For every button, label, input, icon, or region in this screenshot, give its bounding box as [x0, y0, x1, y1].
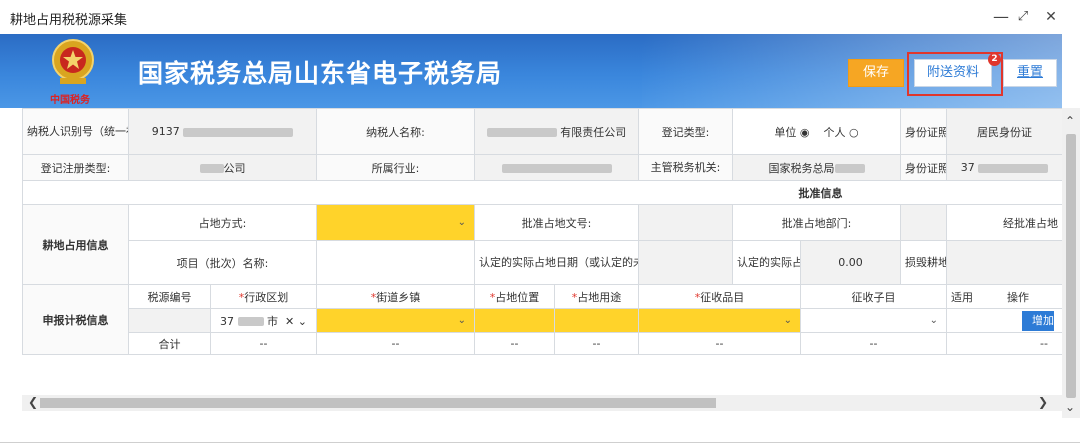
taxpayer-info-table: 纳税人识别号（统一社会信用代码）： 9137 纳税人名称: 有限责任公司 登记类…: [22, 108, 1062, 355]
total-cell: --: [210, 332, 317, 355]
form-scroll-area: 纳税人识别号（统一社会信用代码）： 9137 纳税人名称: 有限责任公司 登记类…: [22, 108, 1062, 408]
id-number-value: 37: [946, 154, 1062, 181]
damage-land-label: 损毁耕地:: [900, 240, 947, 285]
horizontal-scrollbar[interactable]: ❮ ❯: [22, 395, 1062, 411]
occupy-method-label: 占地方式:: [128, 204, 317, 241]
close-button[interactable]: ✕: [1040, 6, 1062, 28]
title-bar: 耕地占用税税源采集 — ⤢ ✕: [0, 0, 1080, 34]
col-applicable: 适用 操作: [946, 284, 1062, 309]
damage-land-input[interactable]: [946, 240, 1062, 285]
approval-doc-label: 批准占地文号:: [474, 204, 639, 241]
chevron-down-icon: ⌄: [457, 216, 466, 228]
actual-area-label: 认定的实际占地面积:: [732, 240, 801, 285]
project-name-label: 项目（批次）名称:: [128, 240, 317, 285]
vertical-scrollbar[interactable]: ⌃ ⌄: [1062, 108, 1080, 418]
total-cell: --: [946, 332, 1062, 355]
emblem-caption: 中国税务: [50, 95, 90, 106]
total-cell: --: [474, 332, 555, 355]
registration-type-value: 公司: [128, 154, 317, 181]
individual-radio[interactable]: 个人 ○: [824, 126, 859, 139]
chevron-down-icon: ⌄: [297, 314, 307, 328]
cultivated-land-group-label: 耕地占用信息: [22, 204, 129, 285]
col-usage: *占地用途: [554, 284, 639, 309]
actual-date-label: 认定的实际占地日期（或认定的未经批准改变原占地用途日期）：: [474, 240, 639, 285]
item-select[interactable]: ⌄: [638, 308, 801, 333]
col-subitem: 征收子目: [800, 284, 947, 309]
total-cell: --: [554, 332, 639, 355]
chevron-down-icon: ⌄: [457, 314, 466, 326]
clear-icon[interactable]: ✕: [285, 315, 294, 328]
unit-radio[interactable]: 单位 ◉: [774, 126, 809, 139]
vertical-scroll-thumb[interactable]: [1066, 134, 1076, 398]
actual-date-input[interactable]: [638, 240, 733, 285]
location-input[interactable]: [474, 308, 555, 333]
scroll-up-icon[interactable]: ⌃: [1065, 114, 1075, 128]
total-cell: --: [800, 332, 947, 355]
taxpayer-id-value: 9137: [128, 108, 317, 155]
tax-emblem-icon: [52, 39, 94, 84]
subitem-select[interactable]: ⌄: [800, 308, 947, 333]
reg-type-radio-group: 单位 ◉ 个人 ○: [732, 108, 901, 155]
industry-value: [474, 154, 639, 181]
taxpayer-name-label: 纳税人名称:: [316, 108, 475, 155]
horizontal-scroll-thumb[interactable]: [40, 398, 716, 408]
total-cell: --: [638, 332, 801, 355]
approval-dept-input[interactable]: [900, 204, 947, 241]
total-label: 合计: [128, 332, 211, 355]
actual-area-value[interactable]: 0.00: [800, 240, 901, 285]
authority-label: 主管税务机关:: [638, 154, 733, 181]
scroll-right-icon[interactable]: ❯: [1038, 395, 1048, 409]
region-select[interactable]: 37 市 ✕ ⌄: [210, 308, 317, 333]
attach-count-badge: 2: [988, 53, 1001, 66]
window-title: 耕地占用税税源采集: [10, 13, 128, 28]
add-cell: 增加: [946, 308, 1062, 333]
declaration-group-label: 申报计税信息: [22, 284, 129, 355]
approval-doc-input[interactable]: [638, 204, 733, 241]
col-item: *征收品目: [638, 284, 801, 309]
reset-button[interactable]: 重置: [1003, 59, 1057, 87]
scroll-down-icon[interactable]: ⌄: [1065, 400, 1075, 414]
total-cell: --: [316, 332, 475, 355]
usage-input[interactable]: [554, 308, 639, 333]
industry-label: 所属行业:: [316, 154, 475, 181]
reg-type-label: 登记类型:: [638, 108, 733, 155]
chevron-down-icon: ⌄: [929, 314, 938, 326]
id-type-value: 居民身份证: [946, 108, 1062, 155]
source-no-cell: [128, 308, 211, 333]
col-location: *占地位置: [474, 284, 555, 309]
scroll-left-icon[interactable]: ❮: [28, 395, 38, 409]
approval-dept-label: 批准占地部门:: [732, 204, 901, 241]
id-number-label: 身份证照号码:: [900, 154, 947, 181]
col-street: *街道乡镇: [316, 284, 475, 309]
chevron-down-icon: ⌄: [783, 314, 792, 326]
approval-section-title: 批准信息: [22, 180, 1062, 205]
save-button[interactable]: 保存: [848, 59, 904, 87]
site-title: 国家税务总局山东省电子税务局: [138, 59, 503, 88]
taxpayer-id-label: 纳税人识别号（统一社会信用代码）：: [22, 108, 129, 155]
tax-source-window: 耕地占用税税源采集 — ⤢ ✕ 中国税务 国家税务总局山东省电子税务局 保存 附…: [0, 0, 1080, 443]
authority-value: 国家税务总局: [732, 154, 901, 181]
approved-area-label: 经批准占地: [946, 204, 1062, 241]
id-type-label: 身份证照类型:: [900, 108, 947, 155]
registration-type-label: 登记注册类型:: [22, 154, 129, 181]
maximize-button[interactable]: ⤢: [1012, 6, 1034, 28]
add-row-button[interactable]: 增加: [1022, 310, 1054, 331]
col-source-no: 税源编号: [128, 284, 211, 309]
occupy-method-select[interactable]: ⌄: [316, 204, 475, 241]
project-name-input[interactable]: [316, 240, 475, 285]
minimize-button[interactable]: —: [990, 6, 1012, 28]
street-select[interactable]: ⌄: [316, 308, 475, 333]
col-region: *行政区划: [210, 284, 317, 309]
taxpayer-name-value: 有限责任公司: [474, 108, 639, 155]
